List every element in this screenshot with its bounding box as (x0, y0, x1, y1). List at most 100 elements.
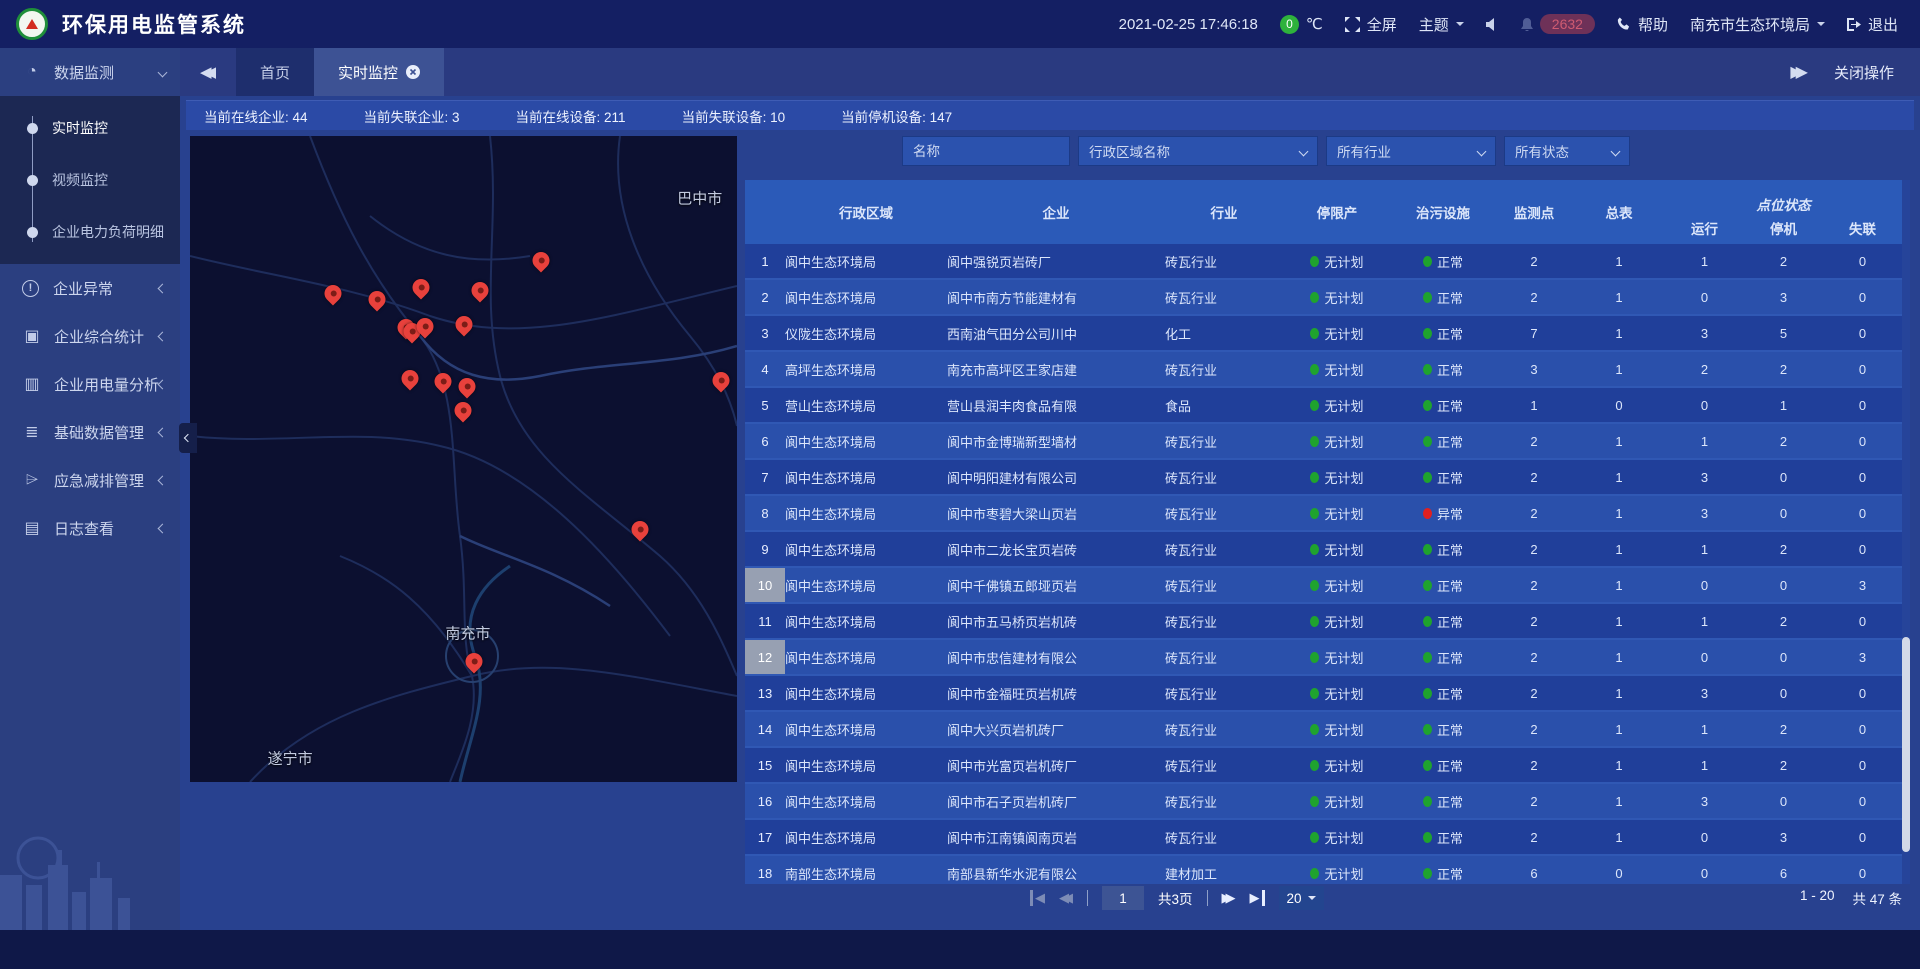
double-chevron-right-icon[interactable]: ▶▶ (1790, 62, 1808, 82)
table-row[interactable]: 4高坪生态环境局南充市高坪区王家店建砖瓦行业无计划正常31220 (745, 352, 1902, 388)
table-row[interactable]: 18南部生态环境局南部县新华水泥有限公建材加工无计划正常60060 (745, 856, 1902, 884)
row-index: 8 (745, 496, 785, 530)
cell-run: 1 (1665, 604, 1744, 638)
column-index (745, 180, 785, 244)
column-group-point-status: 点位状态 (1665, 180, 1902, 216)
cell-facility: 正常 (1391, 424, 1495, 458)
cell-company: 阆中强锐页岩砖厂 (947, 244, 1165, 278)
cell-run: 2 (1665, 352, 1744, 386)
help-button[interactable]: 帮助 (1617, 14, 1668, 35)
tabs-scroll-left-button[interactable]: ◀◀ (180, 48, 236, 96)
plan-label: 无计划 (1324, 828, 1363, 847)
total-pages-label: 共3页 (1158, 888, 1193, 908)
tab-首页[interactable]: 首页 (236, 48, 314, 96)
panel-collapse-button[interactable] (179, 423, 197, 453)
logout-button[interactable]: 退出 (1847, 14, 1898, 35)
industry-select[interactable]: 所有行业 (1326, 136, 1496, 166)
notifications[interactable]: 2632 (1521, 14, 1595, 34)
column-stop: 停机 (1744, 216, 1823, 244)
sidebar-group-3: ▥企业用电量分析 (0, 360, 180, 408)
next-page-button[interactable]: ▶▶ (1222, 890, 1236, 906)
close-operations-dropdown[interactable]: 关闭操作 (1834, 62, 1894, 83)
cell-facility: 正常 (1391, 460, 1495, 494)
sidebar-group-5: ⌲应急减排管理 (0, 456, 180, 504)
region-select[interactable]: 行政区域名称 (1078, 136, 1318, 166)
plan-label: 无计划 (1324, 468, 1363, 487)
status-dot-green (1423, 472, 1432, 483)
sidebar-item-企业用电量分析[interactable]: ▥企业用电量分析 (0, 360, 180, 408)
name-search-input[interactable] (902, 136, 1070, 166)
cell-points: 2 (1495, 820, 1573, 854)
cell-points: 2 (1495, 640, 1573, 674)
sidebar-item-企业异常[interactable]: !企业异常 (0, 264, 180, 312)
table-row[interactable]: 16阆中生态环境局阆中市石子页岩机砖厂砖瓦行业无计划正常21300 (745, 784, 1902, 820)
last-page-button[interactable]: ▶ (1250, 890, 1265, 906)
sidebar-item-实时监控[interactable]: 实时监控 (0, 102, 180, 154)
sidebar-item-企业电力负荷明细[interactable]: 企业电力负荷明细 (0, 206, 180, 258)
plan-label: 无计划 (1324, 684, 1363, 703)
plan-label: 无计划 (1324, 864, 1363, 883)
sidebar-item-数据监测[interactable]: ◔数据监测 (0, 48, 180, 96)
table-row[interactable]: 8阆中生态环境局阆中市枣碧大梁山页岩砖瓦行业无计划异常21300 (745, 496, 1902, 532)
page-number-input[interactable] (1102, 886, 1144, 910)
status-dot-green (1423, 256, 1432, 267)
page-size-select[interactable]: 20 (1279, 886, 1324, 910)
sidebar-item-基础数据管理[interactable]: ≣基础数据管理 (0, 408, 180, 456)
tab-实时监控[interactable]: 实时监控 (314, 48, 444, 96)
org-dropdown[interactable]: 南充市生态环境局 (1690, 14, 1825, 35)
cell-run: 3 (1665, 460, 1744, 494)
first-page-button[interactable]: ◀ (1030, 890, 1045, 906)
plan-label: 无计划 (1324, 288, 1363, 307)
tab-close-icon[interactable] (406, 65, 420, 79)
status-select[interactable]: 所有状态 (1504, 136, 1630, 166)
table-row[interactable]: 3仪陇生态环境局西南油气田分公司川中化工无计划正常71350 (745, 316, 1902, 352)
table-row[interactable]: 15阆中生态环境局阆中市光富页岩机砖厂砖瓦行业无计划正常21120 (745, 748, 1902, 784)
sidebar-item-视频监控[interactable]: 视频监控 (0, 154, 180, 206)
table-row[interactable]: 1阆中生态环境局阆中强锐页岩砖厂砖瓦行业无计划正常21120 (745, 244, 1902, 280)
table-row[interactable]: 14阆中生态环境局阆中大兴页岩机砖厂砖瓦行业无计划正常21120 (745, 712, 1902, 748)
table-row[interactable]: 2阆中生态环境局阆中市南方节能建材有砖瓦行业无计划正常21030 (745, 280, 1902, 316)
row-index: 11 (745, 604, 785, 638)
log-icon: ▤ (22, 518, 42, 538)
cell-stop: 2 (1744, 712, 1823, 746)
mute-button[interactable] (1486, 18, 1499, 31)
stat-当前在线企业: 当前在线企业: 44 (204, 106, 308, 126)
cell-industry: 砖瓦行业 (1165, 460, 1283, 494)
scrollbar-thumb[interactable] (1902, 637, 1910, 852)
table-row[interactable]: 17阆中生态环境局阆中市江南镇阆南页岩砖瓦行业无计划正常21030 (745, 820, 1902, 856)
cell-facility: 正常 (1391, 784, 1495, 818)
cell-industry: 砖瓦行业 (1165, 244, 1283, 278)
prev-page-button[interactable]: ◀◀ (1059, 890, 1073, 906)
table-row[interactable]: 13阆中生态环境局阆中市金福旺页岩机砖砖瓦行业无计划正常21300 (745, 676, 1902, 712)
sidebar-item-应急减排管理[interactable]: ⌲应急减排管理 (0, 456, 180, 504)
cell-points: 3 (1495, 352, 1573, 386)
sidebar-item-企业综合统计[interactable]: ▣企业综合统计 (0, 312, 180, 360)
cell-facility: 正常 (1391, 640, 1495, 674)
cell-points: 2 (1495, 532, 1573, 566)
cell-plan: 无计划 (1283, 316, 1391, 350)
cell-meters: 1 (1573, 280, 1665, 314)
cell-run: 1 (1665, 748, 1744, 782)
cell-lost: 0 (1823, 604, 1902, 638)
table-row[interactable]: 5营山生态环境局营山县润丰肉食品有限食品无计划正常10010 (745, 388, 1902, 424)
cell-lost: 0 (1823, 244, 1902, 278)
cell-lost: 0 (1823, 784, 1902, 818)
table-row[interactable]: 12阆中生态环境局阆中市忠信建材有限公砖瓦行业无计划正常21003 (745, 640, 1902, 676)
table-scrollbar[interactable] (1902, 180, 1910, 884)
table-row[interactable]: 6阆中生态环境局阆中市金博瑞新型墙材砖瓦行业无计划正常21120 (745, 424, 1902, 460)
app-root: 环保用电监管系统 2021-02-25 17:46:18 0 ℃ 全屏 主题 (0, 0, 1920, 969)
sidebar-item-日志查看[interactable]: ▤日志查看 (0, 504, 180, 552)
status-dot-green (1423, 328, 1432, 339)
table-row[interactable]: 9阆中生态环境局阆中市二龙长宝页岩砖砖瓦行业无计划正常21120 (745, 532, 1902, 568)
table-row[interactable]: 11阆中生态环境局阆中市五马桥页岩机砖砖瓦行业无计划正常21120 (745, 604, 1902, 640)
status-dot-green (1310, 328, 1319, 339)
map-panel[interactable]: 巴中市南充市遂宁市 (190, 136, 737, 782)
table-row[interactable]: 7阆中生态环境局阆中明阳建材有限公司砖瓦行业无计划正常21300 (745, 460, 1902, 496)
fullscreen-button[interactable]: 全屏 (1345, 14, 1397, 35)
table-row[interactable]: 10阆中生态环境局阆中千佛镇五郎垭页岩砖瓦行业无计划正常21003 (745, 568, 1902, 604)
row-index: 10 (745, 568, 785, 602)
theme-dropdown[interactable]: 主题 (1419, 14, 1464, 35)
plan-label: 无计划 (1324, 576, 1363, 595)
cell-plan: 无计划 (1283, 496, 1391, 530)
status-dot-green (1310, 760, 1319, 771)
